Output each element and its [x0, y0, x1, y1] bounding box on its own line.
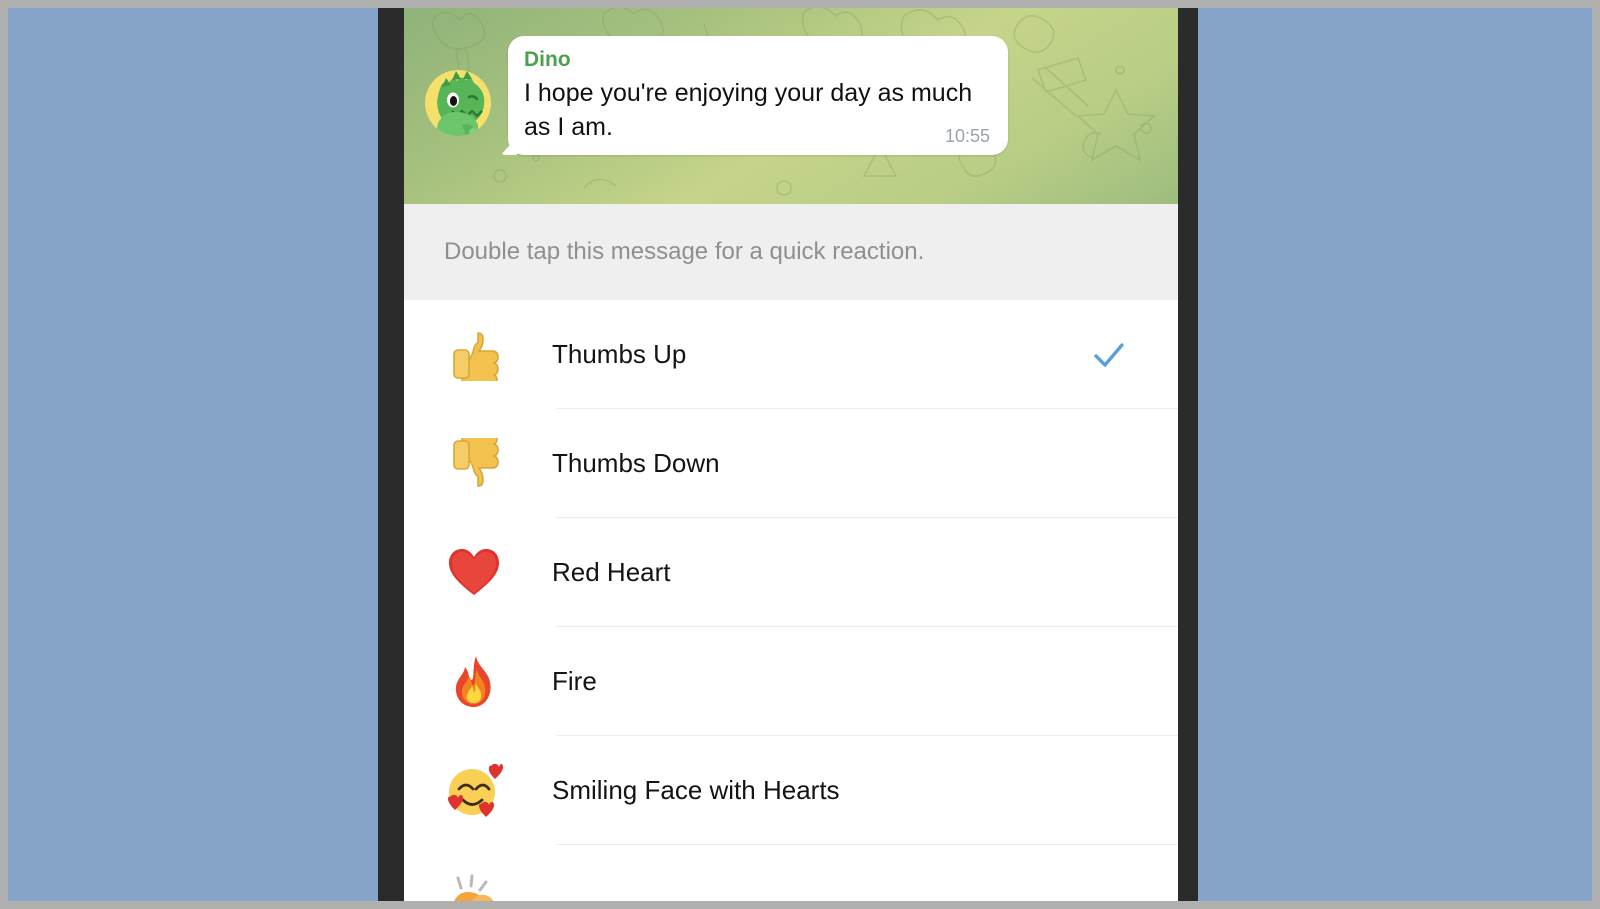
message-timestamp: 10:55 [944, 125, 990, 146]
smiling-face-with-hearts-emoji [440, 763, 508, 819]
chat-wallpaper-area: Dino I hope you're enjoying your day as … [404, 8, 1178, 204]
fire-emoji [440, 655, 508, 709]
quick-reaction-hint-text: Double tap this message for a quick reac… [444, 238, 925, 265]
dino-avatar-icon [425, 69, 491, 136]
reaction-label: Thumbs Down [552, 448, 720, 478]
quick-reaction-hint-band: Double tap this message for a quick reac… [404, 204, 1178, 300]
screenshot-viewport: Dino I hope you're enjoying your day as … [8, 8, 1592, 901]
check-icon [1092, 338, 1126, 372]
reaction-label: Smiling Face with Hearts [552, 775, 840, 805]
phone-screen: Dino I hope you're enjoying your day as … [404, 8, 1178, 901]
reaction-list: Thumbs Up Thumbs Down Red Heart Fire Smi… [404, 300, 1178, 901]
reaction-label: Thumbs Up [552, 339, 687, 369]
list-item[interactable]: Thumbs Up [404, 300, 1178, 409]
avatar[interactable] [422, 67, 494, 139]
list-item[interactable]: Fire [404, 627, 1178, 736]
reaction-label: Fire [552, 666, 597, 696]
phone-device-frame: Dino I hope you're enjoying your day as … [378, 8, 1198, 901]
thumbs-up-emoji [440, 329, 508, 381]
incoming-message-row[interactable]: Dino I hope you're enjoying your day as … [422, 36, 1008, 155]
message-bubble[interactable]: Dino I hope you're enjoying your day as … [508, 36, 1008, 155]
list-item[interactable]: Thumbs Down [404, 409, 1178, 518]
list-item[interactable]: Smiling Face with Hearts [404, 736, 1178, 845]
list-item[interactable] [404, 845, 1178, 901]
message-text: I hope you're enjoying your day as much … [524, 79, 973, 142]
red-heart-emoji [440, 547, 508, 599]
clapping-hands-emoji [440, 874, 508, 901]
message-sender-name: Dino [524, 48, 571, 71]
reaction-label: Red Heart [552, 557, 671, 587]
thumbs-down-emoji [440, 437, 508, 490]
list-item[interactable]: Red Heart [404, 518, 1178, 627]
